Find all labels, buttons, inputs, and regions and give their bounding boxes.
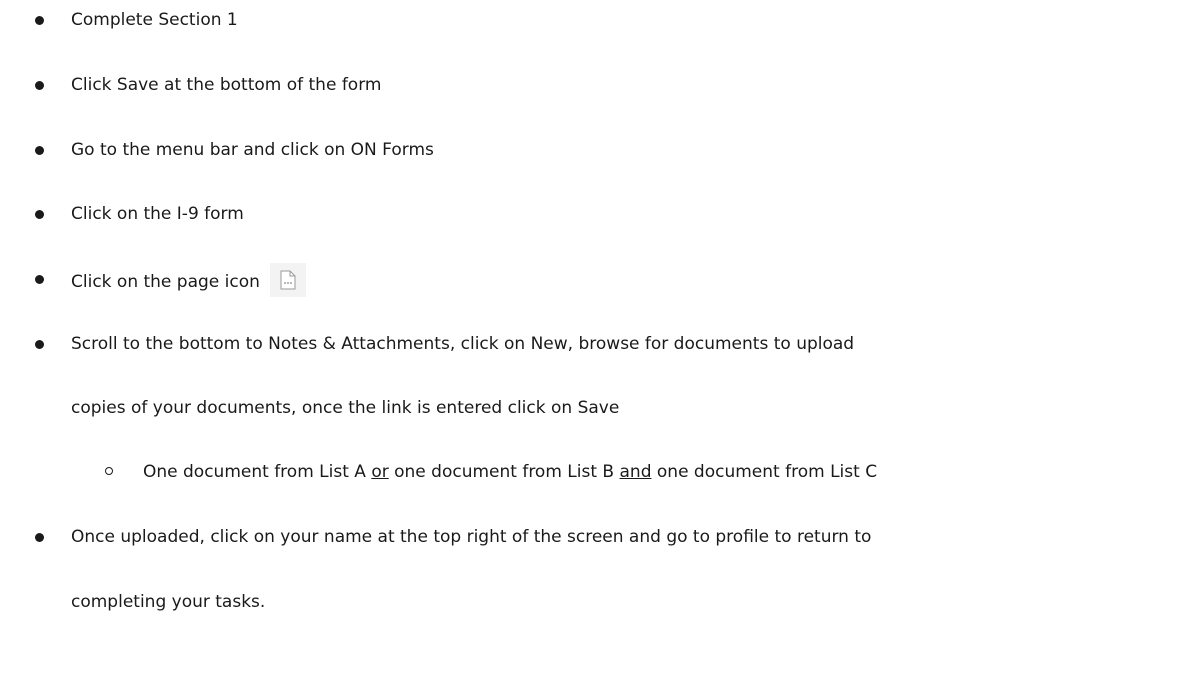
underlined-word: or [371,462,389,482]
text-run: One document from List A [143,462,372,482]
list-item-text: Scroll to the bottom to Notes & Attachme… [71,334,855,354]
list-item-text: Click on the I-9 form [71,204,244,224]
list-item-text: Click Save at the bottom of the form [71,75,382,95]
text-run: one document from List B [388,462,620,482]
list-item-text: completing your tasks. [71,592,266,612]
bullet [35,340,44,349]
bullet [35,81,44,90]
list-item-text: Go to the menu bar and click on ON Forms [71,140,434,160]
bullet [35,533,44,542]
bullet [35,210,44,219]
list-item-text: Complete Section 1 [71,10,238,30]
list-item-label: Click on the page icon [71,272,260,292]
bullet [35,16,44,25]
sub-list-item-text: One document from List A or one document… [143,460,877,484]
text-run: one document from List C [651,462,878,482]
list-item-text: Once uploaded, click on your name at the… [71,527,872,547]
bullet [35,146,44,155]
document-page: Complete Section 1 Click Save at the bot… [0,0,1188,691]
list-item-text: Click on the page icon [71,263,306,297]
list-item-text: copies of your documents, once the link … [71,398,620,418]
sub-bullet [105,467,113,475]
page-icon [269,263,306,297]
underlined-word: and [619,462,652,482]
bullet [35,275,44,284]
